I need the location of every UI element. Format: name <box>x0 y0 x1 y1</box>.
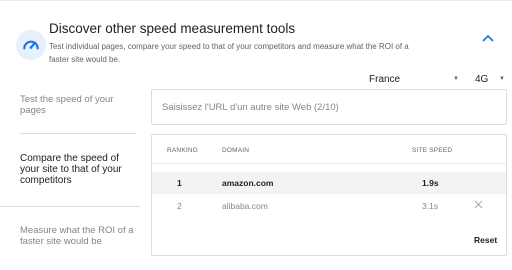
country-select[interactable]: France ▼ <box>369 70 459 88</box>
nav-item-compare-speed[interactable]: Compare the speed of your site to that o… <box>20 153 135 186</box>
collapse-button[interactable] <box>478 28 498 48</box>
nav-divider <box>20 133 136 134</box>
reset-button[interactable]: Reset <box>474 235 497 245</box>
network-select[interactable]: 4G ▼ <box>475 70 505 88</box>
ranking-cell: 1 <box>177 178 182 188</box>
nav-divider <box>0 206 140 207</box>
url-field[interactable] <box>151 89 507 125</box>
table-row: 1 amazon.com 1.9s <box>152 172 506 194</box>
remove-row-button[interactable] <box>474 198 483 212</box>
speedometer-icon <box>16 30 46 60</box>
speed-cell: 3.1s <box>422 201 439 211</box>
domain-cell: amazon.com <box>222 178 274 188</box>
column-header-domain: DOMAIN <box>222 147 250 154</box>
column-header-site-speed: SITE SPEED <box>412 147 453 154</box>
country-select-value: France <box>369 73 401 85</box>
ranking-cell: 2 <box>177 201 182 211</box>
dropdown-arrow-icon: ▼ <box>453 76 459 82</box>
table-row: 2 alibaba.com 3.1s <box>152 195 506 217</box>
nav-item-test-speed[interactable]: Test the speed of your pages <box>20 94 135 116</box>
speed-cell: 1.9s <box>422 178 439 188</box>
nav-item-measure-roi[interactable]: Measure what the ROI of a faster site wo… <box>20 225 135 247</box>
section-subtitle: Test individual pages, compare your spee… <box>49 42 409 64</box>
domain-cell: alibaba.com <box>222 201 268 211</box>
comparison-table: RANKING DOMAIN SITE SPEED 1 amazon.com 1… <box>151 134 507 256</box>
dropdown-arrow-icon: ▼ <box>499 76 505 82</box>
section-title: Discover other speed measurement tools <box>49 21 296 36</box>
close-icon <box>474 200 483 209</box>
table-header-divider <box>152 163 506 164</box>
column-header-ranking: RANKING <box>167 147 199 154</box>
chevron-up-icon <box>482 34 494 42</box>
url-input[interactable] <box>152 90 506 124</box>
tools-header: Discover other speed measurement tools T… <box>0 0 512 70</box>
network-select-value: 4G <box>475 73 489 85</box>
